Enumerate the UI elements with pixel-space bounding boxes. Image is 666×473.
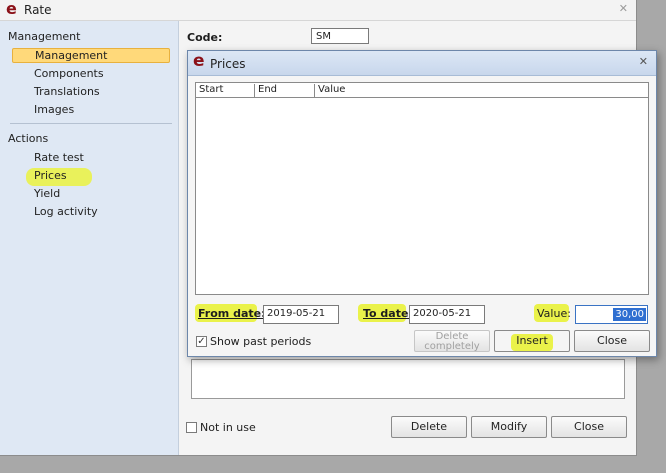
grid-header: Start End Value <box>196 83 648 98</box>
dialog-close-button[interactable]: Close <box>574 330 650 352</box>
show-past-periods-checkbox[interactable]: ✓ <box>196 336 207 347</box>
show-past-periods-row[interactable]: ✓ Show past periods <box>196 335 311 348</box>
app-logo-icon: e <box>6 0 17 18</box>
sidebar-item-prices[interactable]: Prices <box>34 169 67 182</box>
code-input[interactable]: SM <box>311 28 369 44</box>
sidebar-header-actions: Actions <box>8 132 49 145</box>
not-in-use-checkbox[interactable] <box>186 422 197 433</box>
prices-dialog: e Prices ✕ Start End Value From date: 20… <box>187 50 657 357</box>
dialog-title-bar: e Prices ✕ <box>188 51 656 76</box>
sidebar-header-management: Management <box>8 30 81 43</box>
column-header-end[interactable]: End <box>255 84 315 97</box>
value-selected-text: 30,00 <box>613 308 646 321</box>
column-header-value[interactable]: Value <box>315 84 645 97</box>
not-in-use-row[interactable]: Not in use <box>186 421 256 434</box>
close-icon[interactable]: ✕ <box>619 2 628 15</box>
dialog-title: Prices <box>210 57 246 71</box>
sidebar-divider <box>10 123 172 124</box>
details-box <box>191 359 625 399</box>
column-header-start[interactable]: Start <box>196 84 255 97</box>
sidebar-item-rate-test[interactable]: Rate test <box>34 151 84 164</box>
code-label: Code: <box>187 31 223 44</box>
dialog-close-icon[interactable]: ✕ <box>639 55 648 68</box>
close-button[interactable]: Close <box>551 416 627 438</box>
sidebar-item-translations[interactable]: Translations <box>34 85 100 98</box>
sidebar-item-log-activity[interactable]: Log activity <box>34 205 98 218</box>
modify-button[interactable]: Modify <box>471 416 547 438</box>
sidebar-item-components[interactable]: Components <box>34 67 104 80</box>
sidebar-item-management[interactable]: Management <box>12 48 170 63</box>
delete-button[interactable]: Delete <box>391 416 467 438</box>
insert-button[interactable]: Insert <box>494 330 570 352</box>
to-date-input[interactable]: 2020-05-21 <box>409 305 485 324</box>
app-logo-icon: e <box>193 51 205 71</box>
from-date-label: From date: <box>198 307 266 320</box>
title-bar: e Rate ✕ <box>0 0 636 21</box>
prices-grid[interactable]: Start End Value <box>195 82 649 295</box>
show-past-periods-label: Show past periods <box>210 335 312 348</box>
sidebar: Management Management Components Transla… <box>0 21 179 455</box>
value-label: Value: <box>537 307 571 320</box>
delete-completely-button[interactable]: Delete completely <box>414 330 490 352</box>
sidebar-item-yield[interactable]: Yield <box>34 187 60 200</box>
window-title: Rate <box>24 3 52 17</box>
value-input[interactable]: 30,00 <box>575 305 648 324</box>
not-in-use-label: Not in use <box>200 421 256 434</box>
sidebar-item-images[interactable]: Images <box>34 103 74 116</box>
to-date-label: To date: <box>363 307 413 320</box>
from-date-input[interactable]: 2019-05-21 <box>263 305 339 324</box>
